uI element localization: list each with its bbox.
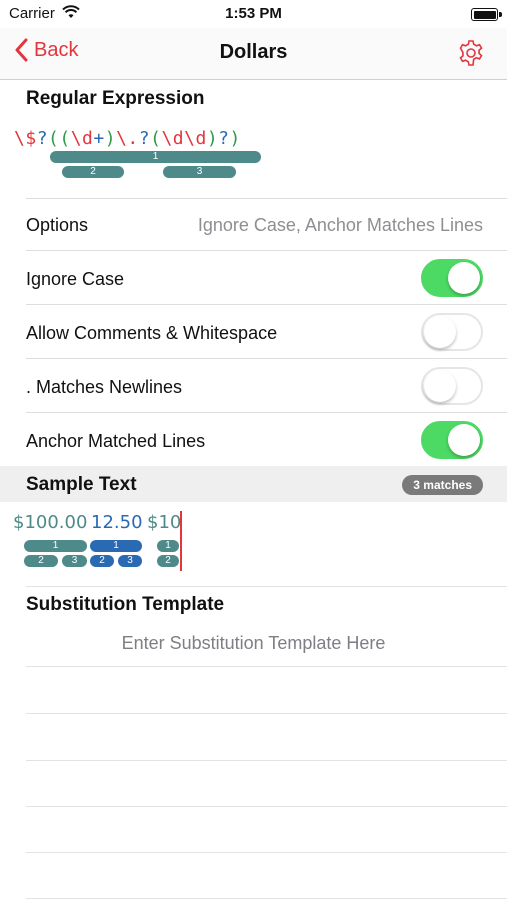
- regex-group-1-marker: 1: [50, 151, 261, 163]
- match-group-marker: 3: [62, 555, 87, 567]
- substitution-title: Substitution Template: [26, 594, 225, 615]
- regex-expression[interactable]: \$?((\d+)\.?(\d\d)?): [14, 128, 241, 149]
- regex-token: ?: [138, 128, 151, 149]
- divider: [26, 713, 507, 714]
- regex-token: ((: [48, 128, 71, 149]
- match-text: 12.50: [91, 512, 143, 533]
- divider: [26, 898, 507, 899]
- match-text: $10: [147, 512, 182, 533]
- divider: [26, 852, 507, 853]
- options-row[interactable]: Options Ignore Case, Anchor Matches Line…: [26, 198, 507, 250]
- options-label: Options: [26, 215, 89, 235]
- toggle-row-allow-comments: Allow Comments & Whitespace: [26, 304, 507, 358]
- regex-token: \.: [116, 128, 139, 149]
- battery-icon: [471, 8, 502, 21]
- status-time: 1:53 PM: [225, 5, 282, 22]
- regex-section-title: Regular Expression: [26, 88, 205, 109]
- substitution-input[interactable]: Enter Substitution Template Here: [0, 633, 507, 654]
- divider: [26, 760, 507, 761]
- options-value: Ignore Case, Anchor Matches Lines: [197, 215, 483, 235]
- navigation-bar: Back Dollars: [0, 28, 507, 80]
- regex-token: ?: [218, 128, 230, 149]
- regex-token: ?: [36, 128, 49, 149]
- sample-text-header: Sample Text 3 matches: [0, 466, 507, 502]
- divider: [26, 666, 507, 667]
- match-group-marker: 1: [90, 540, 142, 552]
- match-group-marker: 2: [157, 555, 179, 567]
- matches-badge: 3 matches: [402, 475, 483, 495]
- regex-group-3-marker: 3: [163, 166, 236, 178]
- page-title: Dollars: [219, 41, 288, 63]
- match-text: $100.00: [13, 512, 88, 533]
- divider: [26, 806, 507, 807]
- regex-token: \$: [14, 128, 37, 149]
- text-cursor: [180, 511, 182, 571]
- match-group-marker: 1: [24, 540, 87, 552]
- sample-text-title: Sample Text: [26, 474, 137, 495]
- regex-group-2-marker: 2: [62, 166, 124, 178]
- toggle-label: Anchor Matched Lines: [26, 431, 206, 451]
- divider: [26, 586, 507, 587]
- dot-matches-newlines-toggle[interactable]: [421, 367, 483, 405]
- toggle-label: . Matches Newlines: [26, 377, 183, 397]
- match-group-marker: 1: [157, 540, 179, 552]
- toggle-row-ignore-case: Ignore Case: [26, 250, 507, 304]
- match-group-marker: 2: [90, 555, 114, 567]
- status-bar: Carrier 1:53 PM: [0, 0, 507, 28]
- match-group-marker: 3: [118, 555, 142, 567]
- regex-token: (: [150, 128, 162, 149]
- toggle-row-dot-matches-newlines: . Matches Newlines: [26, 358, 507, 412]
- toggle-label: Allow Comments & Whitespace: [26, 323, 278, 343]
- toggle-row-anchor-matched-lines: Anchor Matched Lines: [26, 412, 507, 466]
- regex-token: ): [229, 128, 241, 149]
- regex-token: +: [93, 128, 105, 149]
- ignore-case-toggle[interactable]: [421, 259, 483, 297]
- toggle-label: Ignore Case: [26, 269, 125, 289]
- regex-token: ): [104, 128, 117, 149]
- allow-comments-toggle[interactable]: [421, 313, 483, 351]
- regex-token: \d: [70, 128, 94, 149]
- anchor-matched-lines-toggle[interactable]: [421, 421, 483, 459]
- regex-token: ): [206, 128, 219, 149]
- regex-token: \d\d: [161, 128, 207, 149]
- match-group-marker: 2: [24, 555, 58, 567]
- gear-icon[interactable]: [457, 39, 485, 72]
